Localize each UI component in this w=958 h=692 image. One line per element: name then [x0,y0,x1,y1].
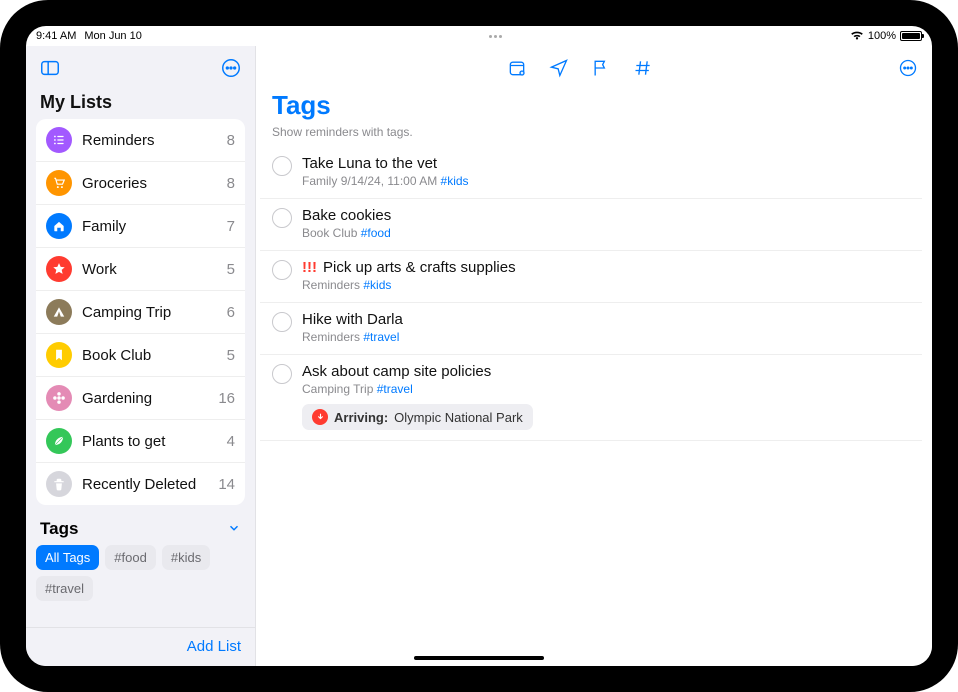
sidebar-more-button[interactable] [217,54,245,82]
main-more-button[interactable] [894,54,922,82]
list-count: 14 [218,476,235,493]
add-list-button[interactable]: Add List [187,638,241,655]
my-lists-heading: My Lists [26,88,255,119]
reminder-row[interactable]: Bake cookies Book Club #food [260,199,922,251]
status-time: 9:41 AM [36,30,76,42]
reminder-row[interactable]: Ask about camp site policies Camping Trip… [260,355,922,441]
list-count: 7 [227,218,235,235]
sidebar-toggle-button[interactable] [36,54,64,82]
leaf-icon [46,428,72,454]
reminder-tag[interactable]: #food [361,226,391,240]
list-name: Reminders [82,132,227,149]
reminder-row[interactable]: Hike with Darla Reminders #travel [260,303,922,355]
list-count: 8 [227,175,235,192]
list-name: Camping Trip [82,304,227,321]
reminder-tag[interactable]: #kids [441,174,469,188]
tag-chip[interactable]: All Tags [36,545,99,570]
reminder-meta: Reminders #travel [302,330,916,344]
sidebar-list-item[interactable]: Recently Deleted14 [36,462,245,505]
complete-radio[interactable] [272,364,292,384]
reminder-title: Ask about camp site policies [302,363,916,380]
complete-radio[interactable] [272,260,292,280]
complete-radio[interactable] [272,156,292,176]
home-icon [46,213,72,239]
sidebar-list-item[interactable]: Work5 [36,247,245,290]
tag-chip[interactable]: #food [105,545,156,570]
location-arrive-icon [312,409,328,425]
star-icon [46,256,72,282]
list-name: Plants to get [82,433,227,450]
sidebar-list-item[interactable]: Groceries8 [36,161,245,204]
list-name: Family [82,218,227,235]
multitask-dots[interactable] [142,35,850,38]
list-count: 8 [227,132,235,149]
main-panel: Tags Show reminders with tags. Take Luna… [256,46,932,666]
sidebar-list-item[interactable]: Plants to get4 [36,419,245,462]
list-icon [46,127,72,153]
home-indicator[interactable] [414,656,544,660]
sidebar: My Lists Reminders8Groceries8Family7Work… [26,46,256,666]
toolbar-flag-icon[interactable] [591,58,611,78]
list-count: 5 [227,261,235,278]
reminder-meta: Reminders #kids [302,278,916,292]
list-count: 5 [227,347,235,364]
reminder-tag[interactable]: #kids [363,278,391,292]
sidebar-list-item[interactable]: Book Club5 [36,333,245,376]
status-date: Mon Jun 10 [84,30,141,42]
tag-chip[interactable]: #travel [36,576,93,601]
reminder-tag[interactable]: #travel [363,330,399,344]
reminder-row[interactable]: Take Luna to the vet Family 9/14/24, 11:0… [260,147,922,199]
cart-icon [46,170,72,196]
tent-icon [46,299,72,325]
reminder-meta: Family 9/14/24, 11:00 AM #kids [302,174,916,188]
flower-icon [46,385,72,411]
tags-collapse-button[interactable] [227,521,241,538]
battery-icon [900,31,922,41]
reminder-title: !!!Pick up arts & crafts supplies [302,259,916,276]
toolbar-tag-icon[interactable] [633,58,653,78]
list-count: 4 [227,433,235,450]
complete-radio[interactable] [272,208,292,228]
sidebar-list-item[interactable]: Camping Trip6 [36,290,245,333]
page-subtitle: Show reminders with tags. [256,121,932,147]
trash-icon [46,471,72,497]
sidebar-list-item[interactable]: Reminders8 [36,119,245,161]
reminder-title: Hike with Darla [302,311,916,328]
page-title: Tags [256,86,932,121]
list-count: 16 [218,390,235,407]
list-name: Book Club [82,347,227,364]
list-name: Work [82,261,227,278]
list-name: Gardening [82,390,218,407]
sidebar-list-item[interactable]: Gardening16 [36,376,245,419]
status-bar: 9:41 AM Mon Jun 10 100% [26,26,932,46]
sidebar-list-item[interactable]: Family7 [36,204,245,247]
priority-indicator: !!! [302,259,317,276]
tags-heading: Tags [40,519,78,539]
reminder-meta: Book Club #food [302,226,916,240]
tag-chip[interactable]: #kids [162,545,210,570]
list-count: 6 [227,304,235,321]
wifi-icon [850,31,864,41]
reminder-meta: Camping Trip #travel [302,382,916,396]
location-pill[interactable]: Arriving: Olympic National Park [302,404,533,430]
reminder-row[interactable]: !!!Pick up arts & crafts supplies Reminde… [260,251,922,303]
reminder-title: Take Luna to the vet [302,155,916,172]
reminder-title: Bake cookies [302,207,916,224]
reminder-tag[interactable]: #travel [377,382,413,396]
list-name: Recently Deleted [82,476,218,493]
toolbar-location-icon[interactable] [549,58,569,78]
battery-percent: 100% [868,30,896,42]
bookmark-icon [46,342,72,368]
list-name: Groceries [82,175,227,192]
complete-radio[interactable] [272,312,292,332]
toolbar-today-icon[interactable] [507,58,527,78]
